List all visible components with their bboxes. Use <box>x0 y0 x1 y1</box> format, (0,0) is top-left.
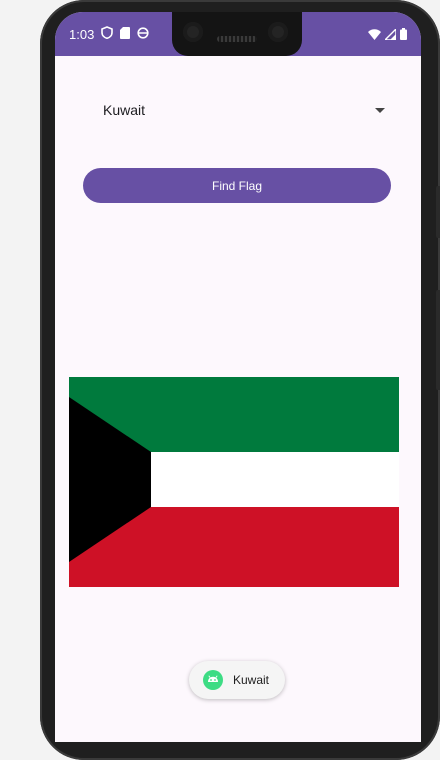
android-icon <box>203 670 223 690</box>
front-camera <box>268 22 288 42</box>
toast-text: Kuwait <box>233 673 270 687</box>
toast-message: Kuwait <box>189 661 285 699</box>
signal-icon <box>383 27 397 45</box>
find-flag-button[interactable]: Find Flag <box>83 168 391 203</box>
front-camera <box>183 22 203 42</box>
sync-icon <box>137 26 149 42</box>
sd-card-icon <box>120 26 131 42</box>
wifi-icon <box>368 27 381 45</box>
app-screen: 1:03 Kuwait Find Flag Kuwait <box>55 12 421 742</box>
dropdown-arrow-icon <box>375 108 385 113</box>
shield-icon <box>101 26 114 42</box>
country-spinner[interactable]: Kuwait <box>95 98 385 122</box>
spinner-selected-text: Kuwait <box>103 102 146 118</box>
battery-icon <box>400 27 407 45</box>
camera-notch <box>172 12 302 56</box>
flag-image <box>69 377 399 587</box>
status-time: 1:03 <box>69 26 95 42</box>
volume-button <box>436 290 440 390</box>
earpiece-speaker <box>217 36 257 42</box>
power-button <box>436 186 440 238</box>
